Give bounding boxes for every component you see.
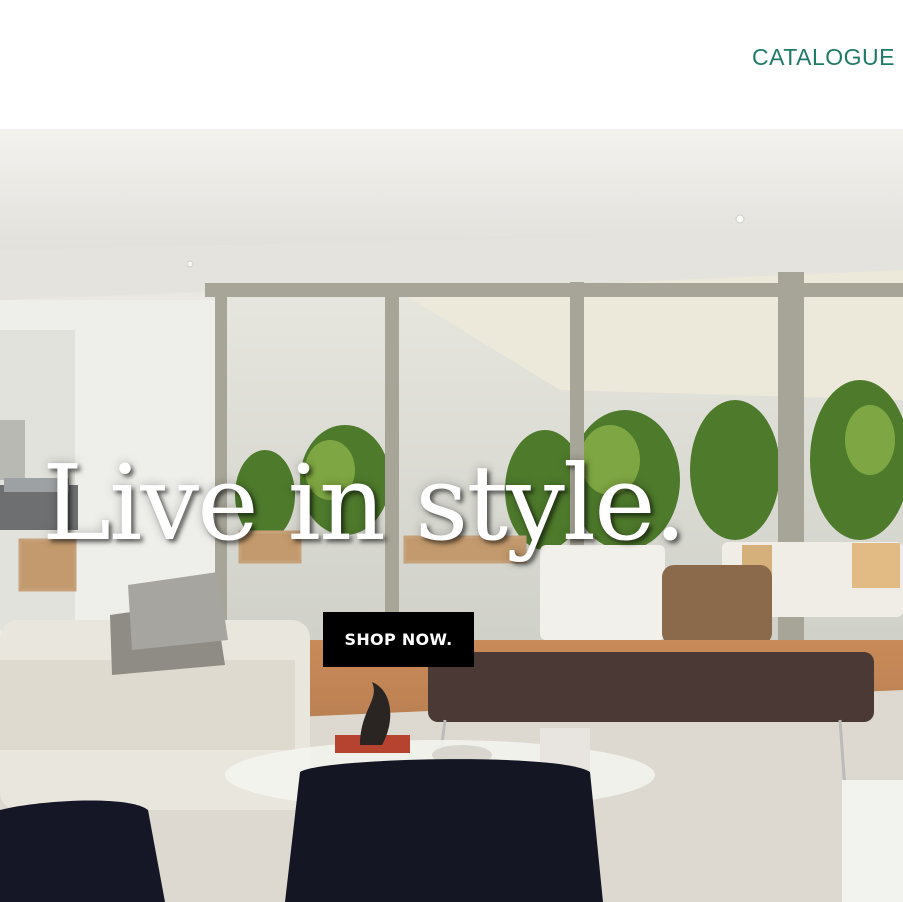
site-header: CATALOGUE <box>0 0 903 129</box>
nav-catalogue-link[interactable]: CATALOGUE <box>752 44 895 71</box>
shop-now-button[interactable]: SHOP NOW. <box>323 612 474 667</box>
hero-banner: Live in style. SHOP NOW. <box>0 129 903 902</box>
hero-headline: Live in style. <box>42 442 687 564</box>
